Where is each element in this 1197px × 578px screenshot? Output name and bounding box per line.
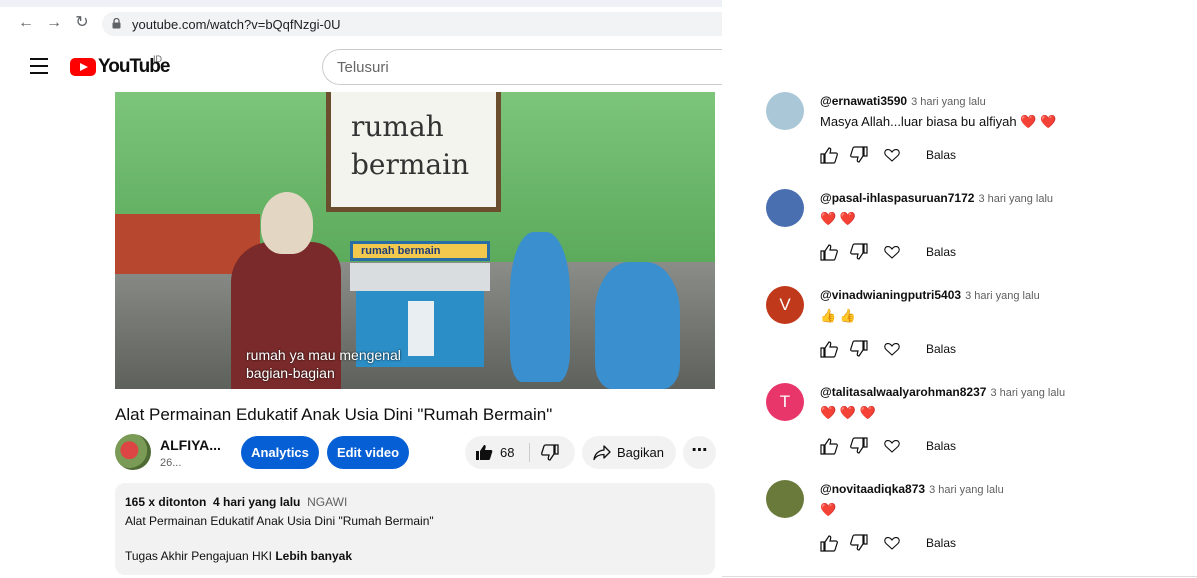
comment-heart-icon[interactable] <box>883 437 901 455</box>
comment-text: ❤️ ❤️ ❤️ <box>820 405 876 420</box>
video-board: rumah bermain <box>326 92 501 212</box>
search-input[interactable]: Telusuri <box>322 49 722 85</box>
youtube-header: YouTube ID Telusuri <box>0 44 722 90</box>
view-count: 165 x ditonton <box>125 495 207 509</box>
description-text: Alat Permainan Edukatif Anak Usia Dini "… <box>125 514 434 528</box>
comment-text: 👍 👍 <box>820 308 856 323</box>
back-arrow-icon[interactable]: ← <box>17 14 35 32</box>
comment-text: Masya Allah...luar biasa bu alfiyah ❤️ ❤… <box>820 114 1057 129</box>
comment-like-icon[interactable] <box>820 437 838 455</box>
comment-dislike-icon[interactable] <box>850 437 868 455</box>
video-title: Alat Permainan Edukatif Anak Usia Dini "… <box>115 405 553 424</box>
board-text-line1: rumah <box>351 110 444 143</box>
comment-item: @pasal-ihlaspasuruan7172 3 hari yang lalu… <box>766 189 1186 279</box>
comment-reply-button[interactable]: Balas <box>926 439 956 453</box>
more-actions-button[interactable]: ⋯ <box>683 436 716 469</box>
share-button[interactable]: Bagikan <box>582 436 676 469</box>
show-more-link[interactable]: Lebih banyak <box>275 549 352 563</box>
comment-author[interactable]: @ernawati3590 3 hari yang lalu <box>820 94 986 108</box>
comment-avatar[interactable] <box>766 189 804 227</box>
divider <box>722 576 1197 577</box>
location-tag[interactable]: NGAWI <box>307 495 347 509</box>
page: ← → ↻ youtube.com/watch?v=bQqfNzgi-0U Yo… <box>0 0 1197 578</box>
comment-heart-icon[interactable] <box>883 340 901 358</box>
comment-text: ❤️ <box>820 502 837 517</box>
share-label: Bagikan <box>617 445 664 460</box>
search-placeholder: Telusuri <box>337 59 389 76</box>
forward-arrow-icon[interactable]: → <box>45 14 63 32</box>
video-child-1 <box>510 232 570 382</box>
description-snippet: Tugas Akhir Pengajuan HKI Lebih banyak <box>125 549 353 563</box>
comment-item: @novitaadiqka873 3 hari yang lalu ❤️ Bala… <box>766 480 1186 570</box>
comment-actions: Balas <box>820 534 1020 552</box>
thumbs-down-icon[interactable] <box>541 444 559 461</box>
region-code: ID <box>153 54 162 64</box>
comment-avatar[interactable]: V <box>766 286 804 324</box>
comment-dislike-icon[interactable] <box>850 146 868 164</box>
reload-icon[interactable]: ↻ <box>73 14 91 32</box>
hamburger-menu-icon[interactable] <box>30 58 48 74</box>
description-meta: 165 x ditonton 4 hari yang lalu NGAWI <box>125 495 347 509</box>
comment-time[interactable]: 3 hari yang lalu <box>911 96 986 108</box>
analytics-button[interactable]: Analytics <box>241 436 319 469</box>
comment-actions: Balas <box>820 243 1020 261</box>
video-player[interactable]: rumah bermain rumah bermain rumah ya mau… <box>115 92 715 389</box>
comment-text: ❤️ ❤️ <box>820 211 856 226</box>
channel-subscribers: 26... <box>160 457 182 469</box>
upload-date: 4 hari yang lalu <box>213 495 301 509</box>
comment-actions: Balas <box>820 340 1020 358</box>
video-child-2 <box>595 262 680 389</box>
channel-avatar[interactable] <box>115 434 151 470</box>
comment-dislike-icon[interactable] <box>850 534 868 552</box>
comment-time[interactable]: 3 hari yang lalu <box>978 193 1053 205</box>
share-icon <box>593 445 611 461</box>
comment-author[interactable]: @talitasalwaalyarohman8237 3 hari yang la… <box>820 385 1065 399</box>
comment-heart-icon[interactable] <box>883 243 901 261</box>
comment-actions: Balas <box>820 437 1020 455</box>
comment-like-icon[interactable] <box>820 146 838 164</box>
thumbs-up-icon[interactable] <box>475 444 493 461</box>
comment-like-icon[interactable] <box>820 243 838 261</box>
comment-author[interactable]: @vinadwianingputri5403 3 hari yang lalu <box>820 288 1040 302</box>
comment-author[interactable]: @pasal-ihlaspasuruan7172 3 hari yang lalu <box>820 191 1053 205</box>
comment-item: @ernawati3590 3 hari yang lalu Masya Alla… <box>766 92 1186 182</box>
comment-item: V @vinadwianingputri5403 3 hari yang lalu… <box>766 286 1186 376</box>
board-text-line2: bermain <box>351 148 470 181</box>
house-sign-text: rumah bermain <box>361 245 441 257</box>
comment-like-icon[interactable] <box>820 340 838 358</box>
youtube-play-icon <box>70 58 96 76</box>
lock-icon <box>112 18 121 29</box>
comment-reply-button[interactable]: Balas <box>926 536 956 550</box>
comment-author[interactable]: @novitaadiqka873 3 hari yang lalu <box>820 482 1004 496</box>
tab-strip <box>0 0 722 7</box>
comment-reply-button[interactable]: Balas <box>926 342 956 356</box>
url-text: youtube.com/watch?v=bQqfNzgi-0U <box>132 17 341 32</box>
edit-video-button[interactable]: Edit video <box>327 436 409 469</box>
video-caption: rumah ya mau mengenal bagian-bagian <box>246 347 401 381</box>
like-count: 68 <box>500 445 515 460</box>
address-bar[interactable]: youtube.com/watch?v=bQqfNzgi-0U <box>102 12 722 36</box>
comment-avatar[interactable]: T <box>766 383 804 421</box>
comment-heart-icon[interactable] <box>883 534 901 552</box>
comment-like-icon[interactable] <box>820 534 838 552</box>
channel-name[interactable]: ALFIYA... <box>160 437 221 453</box>
like-dislike-group: 68 <box>465 436 575 469</box>
comment-avatar[interactable] <box>766 480 804 518</box>
comment-avatar[interactable] <box>766 92 804 130</box>
comment-time[interactable]: 3 hari yang lalu <box>965 290 1040 302</box>
comment-item: T @talitasalwaalyarohman8237 3 hari yang … <box>766 383 1186 473</box>
comment-reply-button[interactable]: Balas <box>926 148 956 162</box>
comment-dislike-icon[interactable] <box>850 340 868 358</box>
comment-heart-icon[interactable] <box>883 146 901 164</box>
comment-reply-button[interactable]: Balas <box>926 245 956 259</box>
comment-dislike-icon[interactable] <box>850 243 868 261</box>
comment-time[interactable]: 3 hari yang lalu <box>990 387 1065 399</box>
browser-toolbar: ← → ↻ youtube.com/watch?v=bQqfNzgi-0U <box>0 0 722 44</box>
comment-actions: Balas <box>820 146 1020 164</box>
description-box[interactable]: 165 x ditonton 4 hari yang lalu NGAWI Al… <box>115 483 715 575</box>
comment-time[interactable]: 3 hari yang lalu <box>929 484 1004 496</box>
